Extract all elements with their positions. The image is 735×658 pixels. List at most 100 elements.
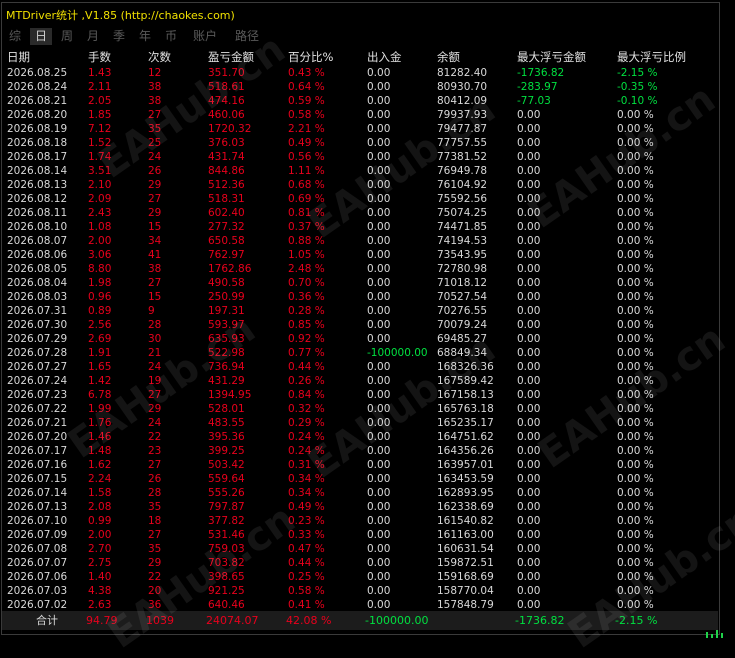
table-cell: 0.00 — [517, 445, 541, 457]
table-cell: 1.46 — [88, 431, 112, 443]
table-cell: 555.26 — [208, 487, 245, 499]
table-cell: -283.97 — [517, 81, 558, 93]
table-cell: 0.00 — [517, 221, 541, 233]
column-header: 日期 — [7, 50, 30, 64]
total-inout: -100000.00 — [365, 614, 429, 627]
table-cell: 0.00 — [367, 333, 391, 345]
table-row: 2026.07.21 1.76 24 483.55 0.29 % 0.00 165235.1… — [4, 416, 718, 430]
table-row: 2026.07.03 4.38 20 921.25 0.58 % 0.00 158770.0… — [4, 584, 718, 598]
table-cell: 0.00 — [367, 95, 391, 107]
table-cell: 22 — [148, 431, 162, 443]
tab-2[interactable]: 周 — [56, 28, 78, 45]
table-cell: -100000.00 — [367, 347, 428, 359]
table-cell: 73543.95 — [437, 249, 488, 261]
table-cell: 0.00 — [517, 571, 541, 583]
table-cell: 0.00 — [367, 81, 391, 93]
table-cell: 1.40 — [88, 571, 112, 583]
table-row: 2026.08.19 7.12 35 1720.32 2.21 % 0.00 79477.8… — [4, 122, 718, 136]
table-cell: 2026.07.15 — [7, 473, 68, 485]
table-cell: 2026.07.09 — [7, 529, 68, 541]
table-cell: 0.00 — [367, 515, 391, 527]
table-row: 2026.07.15 2.24 26 559.64 0.34 % 0.00 163453.5… — [4, 472, 718, 486]
table-cell: 0.96 — [88, 291, 112, 303]
table-cell: 2026.07.31 — [7, 305, 68, 317]
table-cell: 602.40 — [208, 207, 245, 219]
tab-0[interactable]: 综 — [4, 28, 26, 45]
table-cell: 0.88 % — [288, 235, 325, 247]
table-cell: 0.25 % — [288, 571, 325, 583]
table-cell: 2026.08.05 — [7, 263, 68, 275]
table-cell: 3.51 — [88, 165, 112, 177]
table-cell: 6.78 — [88, 389, 112, 401]
table-cell: 0.00 — [517, 319, 541, 331]
tab-4[interactable]: 季 — [108, 28, 130, 45]
table-cell: 0.00 — [367, 123, 391, 135]
table-cell: 27 — [148, 389, 162, 401]
table-cell: 0.00 — [367, 403, 391, 415]
table-cell: 635.93 — [208, 333, 245, 345]
table-cell: 1.74 — [88, 151, 112, 163]
table-cell: 0.41 % — [288, 599, 325, 611]
period-tabs: 综日周月季年币账户 路径 — [4, 28, 270, 45]
tab-3[interactable]: 月 — [82, 28, 104, 45]
table-cell: 28 — [148, 319, 162, 331]
table-cell: 2.09 — [88, 193, 112, 205]
table-cell: 165763.18 — [437, 403, 494, 415]
table-cell: 0.00 % — [617, 291, 654, 303]
table-cell: 0.00 — [517, 431, 541, 443]
table-row: 2026.08.06 3.06 41 762.97 1.05 % 0.00 73543.95… — [4, 248, 718, 262]
table-cell: 162893.95 — [437, 487, 494, 499]
table-cell: 7.12 — [88, 123, 112, 135]
tab-7[interactable]: 账户 — [186, 28, 224, 45]
table-cell: 0.99 — [88, 515, 112, 527]
table-cell: 27 — [148, 193, 162, 205]
table-cell: 0.00 % — [617, 193, 654, 205]
table-cell: 0.00 — [367, 67, 391, 79]
table-cell: 0.00 — [517, 109, 541, 121]
table-cell: 0.00 % — [617, 333, 654, 345]
table-cell: 29 — [148, 557, 162, 569]
table-cell: 2026.08.18 — [7, 137, 68, 149]
table-cell: 0.00 % — [617, 109, 654, 121]
table-cell: 474.16 — [208, 95, 245, 107]
table-cell: 2026.07.24 — [7, 375, 68, 387]
table-cell: 2026.07.17 — [7, 445, 68, 457]
table-cell: 72780.98 — [437, 263, 488, 275]
table-cell: 2026.07.20 — [7, 431, 68, 443]
table-cell: 0.70 % — [288, 277, 325, 289]
table-cell: 377.82 — [208, 515, 245, 527]
tab-6[interactable]: 币 — [160, 28, 182, 45]
tab-5[interactable]: 年 — [134, 28, 156, 45]
table-cell: 0.68 % — [288, 179, 325, 191]
table-cell: 0.44 % — [288, 361, 325, 373]
table-cell: 2.05 — [88, 95, 112, 107]
table-cell: 163453.59 — [437, 473, 494, 485]
table-cell: 490.58 — [208, 277, 245, 289]
table-cell: 0.44 % — [288, 557, 325, 569]
table-cell: 167158.13 — [437, 389, 494, 401]
table-cell: 2026.07.03 — [7, 585, 68, 597]
tab-8[interactable]: 路径 — [228, 28, 266, 45]
table-cell: 351.70 — [208, 67, 245, 79]
table-cell: 0.00 — [517, 417, 541, 429]
table-cell: 2.63 — [88, 599, 112, 611]
tab-1[interactable]: 日 — [30, 28, 52, 45]
table-cell: 0.00 — [517, 305, 541, 317]
table-cell: 0.28 % — [288, 305, 325, 317]
table-cell: 81282.40 — [437, 67, 488, 79]
table-cell: 0.81 % — [288, 207, 325, 219]
table-cell: 0.00 % — [617, 529, 654, 541]
table-cell: 0.00 % — [617, 305, 654, 317]
table-row: 2026.07.27 1.65 24 736.94 0.44 % 0.00 168326.3… — [4, 360, 718, 374]
table-cell: 759.03 — [208, 543, 245, 555]
table-cell: 2026.07.29 — [7, 333, 68, 345]
table-cell: 2026.07.02 — [7, 599, 68, 611]
table-cell: 23 — [148, 445, 162, 457]
table-cell: 77381.52 — [437, 151, 488, 163]
table-row: 2026.07.09 2.00 27 531.46 0.33 % 0.00 161163.0… — [4, 528, 718, 542]
table-cell: 0.00 % — [617, 543, 654, 555]
table-cell: 161163.00 — [437, 529, 494, 541]
table-cell: 0.00 — [517, 403, 541, 415]
table-cell: 21 — [148, 347, 162, 359]
table-cell: 2026.07.30 — [7, 319, 68, 331]
